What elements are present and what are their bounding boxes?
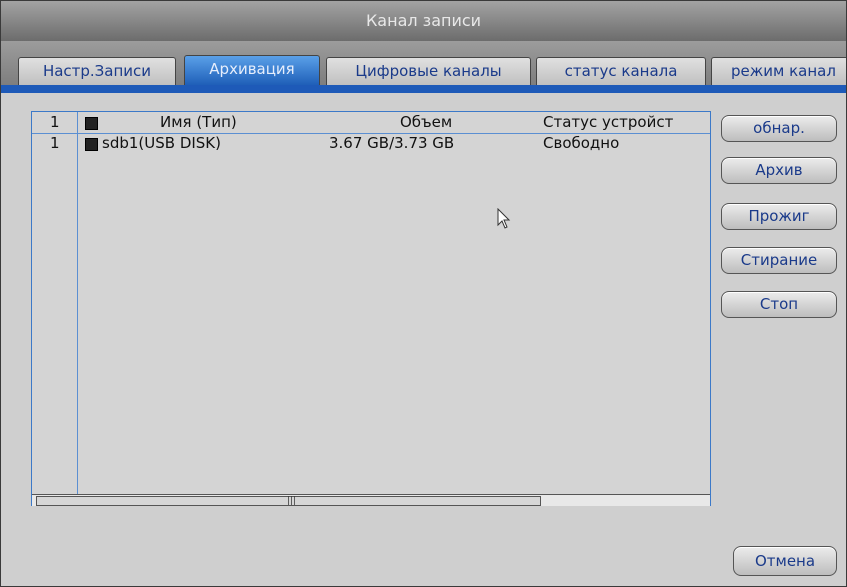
row-name[interactable]: sdb1(USB DISK)	[102, 134, 221, 152]
record-channel-window: Канал записи Настр.Записи Архивация Цифр…	[0, 0, 847, 587]
tab-channel-status[interactable]: статус канала	[536, 57, 706, 85]
tab-underline	[1, 85, 846, 93]
archive-button[interactable]: Архив	[721, 157, 837, 184]
erase-button[interactable]: Стирание	[721, 247, 837, 274]
device-list[interactable]: 1 Имя (Тип) Объем Статус устройст 1 sdb1…	[31, 111, 711, 506]
header-name: Имя (Тип)	[160, 113, 237, 131]
tab-strip: Настр.Записи Архивация Цифровые каналы с…	[1, 41, 846, 85]
select-all-checkbox[interactable]	[85, 117, 98, 130]
scrollbar-grip-icon: |||	[287, 496, 297, 506]
cancel-button[interactable]: Отмена	[733, 546, 837, 576]
burn-button[interactable]: Прожиг	[721, 203, 837, 230]
row-status: Свободно	[543, 134, 620, 152]
window-title: Канал записи	[1, 1, 846, 41]
row-checkbox[interactable]	[85, 138, 98, 151]
header-volume: Объем	[400, 113, 453, 131]
stop-button[interactable]: Стоп	[721, 291, 837, 318]
horizontal-scrollbar[interactable]: |||	[32, 494, 710, 506]
tab-digital-channels[interactable]: Цифровые каналы	[326, 57, 531, 85]
header-index: 1	[50, 113, 60, 131]
scrollbar-thumb[interactable]: |||	[36, 496, 541, 506]
tab-channel-mode[interactable]: режим канал	[711, 57, 846, 85]
header-status: Статус устройст	[543, 113, 674, 131]
column-divider	[77, 112, 78, 494]
detect-button[interactable]: обнар.	[721, 115, 837, 142]
archive-panel: 1 Имя (Тип) Объем Статус устройст 1 sdb1…	[1, 93, 846, 586]
tab-record-settings[interactable]: Настр.Записи	[18, 57, 176, 85]
row-index: 1	[50, 134, 60, 152]
row-volume: 3.67 GB/3.73 GB	[329, 134, 455, 152]
tab-archiving[interactable]: Архивация	[184, 55, 320, 85]
mouse-cursor-icon	[497, 208, 511, 229]
